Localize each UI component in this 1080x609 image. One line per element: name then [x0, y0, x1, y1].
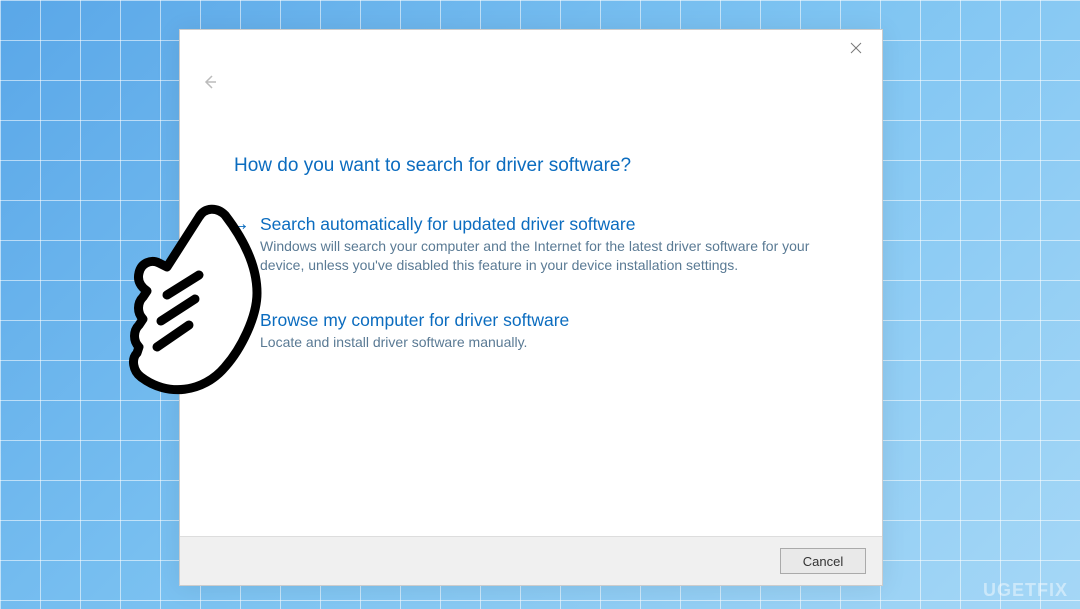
- dialog-content: How do you want to search for driver sof…: [180, 62, 882, 352]
- close-icon: [850, 42, 862, 54]
- dialog-heading: How do you want to search for driver sof…: [234, 155, 832, 177]
- update-driver-dialog: How do you want to search for driver sof…: [179, 29, 883, 586]
- cancel-button[interactable]: Cancel: [780, 548, 866, 574]
- back-button[interactable]: [202, 74, 832, 95]
- option-search-automatic[interactable]: → Search automatically for updated drive…: [230, 213, 830, 275]
- close-button[interactable]: [844, 36, 868, 60]
- option-browse-manual[interactable]: → Browse my computer for driver software…: [230, 309, 830, 352]
- titlebar: [180, 30, 882, 62]
- option-description: Locate and install driver software manua…: [260, 333, 569, 352]
- watermark: UGETFIX: [983, 580, 1068, 601]
- option-description: Windows will search your computer and th…: [260, 237, 830, 275]
- arrow-right-icon: →: [230, 309, 250, 352]
- option-title: Browse my computer for driver software: [260, 309, 569, 331]
- arrow-right-icon: →: [230, 213, 250, 275]
- back-arrow-icon: [202, 74, 218, 90]
- option-title: Search automatically for updated driver …: [260, 213, 830, 235]
- button-bar: Cancel: [180, 536, 882, 585]
- desktop-background: How do you want to search for driver sof…: [0, 0, 1080, 609]
